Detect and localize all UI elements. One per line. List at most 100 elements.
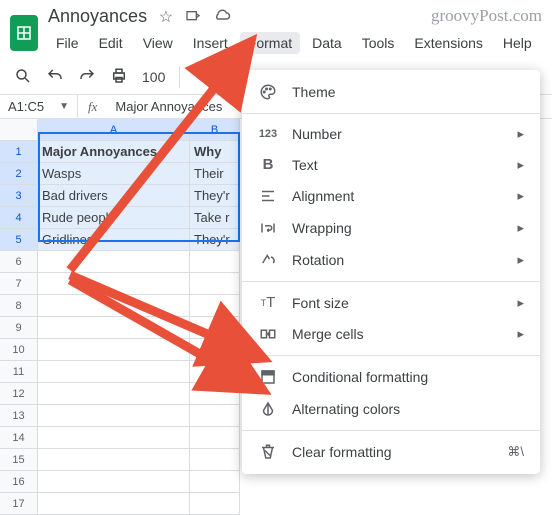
cell[interactable]: Gridlines: [38, 229, 190, 251]
menu-extensions[interactable]: Extensions: [406, 32, 490, 54]
submenu-arrow-icon: ▸: [517, 220, 524, 236]
cell[interactable]: Wasps: [38, 163, 190, 185]
cell[interactable]: [190, 339, 240, 361]
watermark: groovyPost.com: [431, 6, 542, 26]
cell[interactable]: Take r: [190, 207, 240, 229]
cell[interactable]: [190, 273, 240, 295]
cell[interactable]: [38, 251, 190, 273]
cell[interactable]: [190, 383, 240, 405]
cell[interactable]: [38, 383, 190, 405]
cell[interactable]: [190, 427, 240, 449]
row-header[interactable]: 2: [0, 163, 38, 185]
menu-item-alternating[interactable]: Alternating colors: [242, 393, 540, 425]
cell[interactable]: [38, 273, 190, 295]
menu-item-conditional[interactable]: Conditional formatting: [242, 361, 540, 393]
cell[interactable]: Bad drivers: [38, 185, 190, 207]
cell[interactable]: [190, 449, 240, 471]
cell[interactable]: [38, 317, 190, 339]
menu-help[interactable]: Help: [495, 32, 540, 54]
format-menu-dropdown: Theme 123Number▸BText▸Alignment▸ Wrapping ▸…: [242, 70, 540, 474]
row-header[interactable]: 16: [0, 471, 38, 493]
cell[interactable]: [38, 405, 190, 427]
row-header[interactable]: 5: [0, 229, 38, 251]
menu-item-label: Merge cells: [292, 326, 503, 342]
menu-view[interactable]: View: [135, 32, 181, 54]
123-icon: 123: [258, 128, 278, 140]
menu-insert[interactable]: Insert: [185, 32, 236, 54]
menu-item-clear[interactable]: Clear formatting⌘\: [242, 436, 540, 468]
name-box[interactable]: A1:C5 ▼: [0, 95, 78, 118]
menu-item-label: Wrapping: [292, 220, 503, 236]
menu-item-wrapping[interactable]: Wrapping ▸: [242, 212, 540, 244]
row-header[interactable]: 10: [0, 339, 38, 361]
row-header[interactable]: 14: [0, 427, 38, 449]
cell[interactable]: [38, 449, 190, 471]
cell[interactable]: [190, 295, 240, 317]
row-header[interactable]: 4: [0, 207, 38, 229]
row-header[interactable]: 6: [0, 251, 38, 273]
menu-file[interactable]: File: [48, 32, 87, 54]
cell[interactable]: [38, 361, 190, 383]
cell[interactable]: [190, 405, 240, 427]
row-header[interactable]: 3: [0, 185, 38, 207]
wrap-icon: [258, 219, 278, 237]
menu-tools[interactable]: Tools: [354, 32, 403, 54]
star-icon[interactable]: ☆: [159, 7, 173, 30]
row-header[interactable]: 11: [0, 361, 38, 383]
cell[interactable]: [38, 339, 190, 361]
row-header[interactable]: 17: [0, 493, 38, 515]
column-header[interactable]: A: [38, 119, 190, 141]
row-header[interactable]: 1: [0, 141, 38, 163]
menu-item-rotation[interactable]: Rotation▸: [242, 244, 540, 276]
formula-input[interactable]: Major Annoyances: [107, 95, 230, 118]
alternating-icon: [258, 400, 278, 418]
menu-item-merge[interactable]: Merge cells▸: [242, 318, 540, 350]
zoom-select[interactable]: 100: [142, 69, 165, 85]
menu-data[interactable]: Data: [304, 32, 350, 54]
cell[interactable]: They'r: [190, 229, 240, 251]
cell[interactable]: [38, 493, 190, 515]
redo-icon[interactable]: [78, 67, 96, 88]
menu-item-label: Conditional formatting: [292, 369, 524, 385]
menu-separator: [242, 113, 540, 114]
search-icon[interactable]: [14, 67, 32, 88]
cell[interactable]: [190, 361, 240, 383]
cell[interactable]: [190, 471, 240, 493]
submenu-arrow-icon: ▸: [517, 252, 524, 268]
cell[interactable]: [38, 427, 190, 449]
row-header[interactable]: 9: [0, 317, 38, 339]
cell[interactable]: They'r: [190, 185, 240, 207]
cell[interactable]: [190, 493, 240, 515]
row-header[interactable]: 13: [0, 405, 38, 427]
cell[interactable]: Their: [190, 163, 240, 185]
document-title[interactable]: Annoyances: [48, 6, 147, 27]
menu-item-alignment[interactable]: Alignment▸: [242, 180, 540, 212]
palette-icon: [258, 83, 278, 101]
menu-item-fontsize[interactable]: TTFont size▸: [242, 287, 540, 318]
menubar: FileEditViewInsertFormatDataToolsExtensi…: [48, 30, 542, 60]
menu-item-text[interactable]: BText▸: [242, 149, 540, 180]
menu-edit[interactable]: Edit: [91, 32, 131, 54]
move-icon[interactable]: [185, 7, 201, 30]
fontsize-icon: TT: [258, 294, 278, 311]
cloud-icon[interactable]: [213, 7, 231, 30]
cell[interactable]: [190, 317, 240, 339]
select-all-corner[interactable]: [0, 119, 38, 141]
cell[interactable]: Rude people: [38, 207, 190, 229]
row-header[interactable]: 8: [0, 295, 38, 317]
row-header[interactable]: 7: [0, 273, 38, 295]
cell[interactable]: Major Annoyances: [38, 141, 190, 163]
cell[interactable]: [190, 251, 240, 273]
cell[interactable]: [38, 471, 190, 493]
cell[interactable]: [38, 295, 190, 317]
undo-icon[interactable]: [46, 67, 64, 88]
menu-item-theme[interactable]: Theme: [242, 76, 540, 108]
chevron-down-icon: ▼: [59, 101, 69, 112]
column-header[interactable]: B: [190, 119, 240, 141]
print-icon[interactable]: [110, 67, 128, 88]
menu-format[interactable]: Format: [240, 32, 300, 54]
cell[interactable]: Why: [190, 141, 240, 163]
menu-item-number[interactable]: 123Number▸: [242, 119, 540, 149]
row-header[interactable]: 15: [0, 449, 38, 471]
row-header[interactable]: 12: [0, 383, 38, 405]
